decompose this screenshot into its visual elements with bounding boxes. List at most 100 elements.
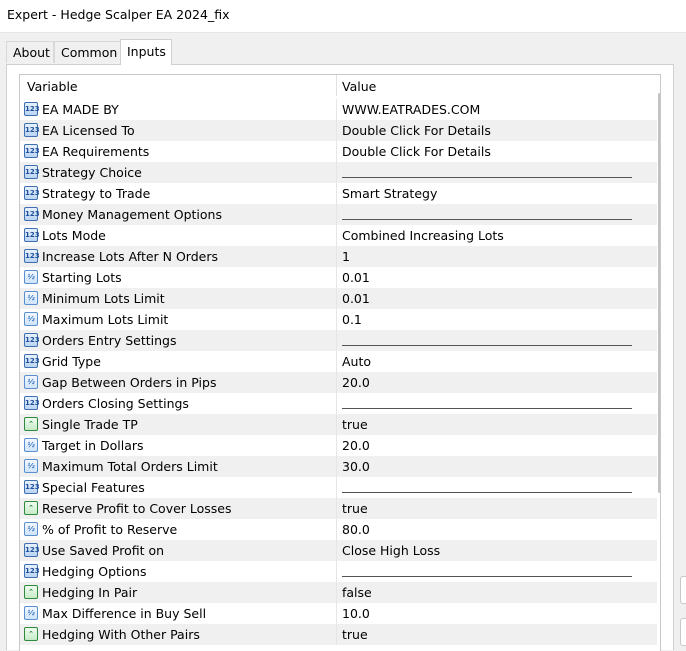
table-row[interactable]: ½ Max Difference in Buy Sell 10.0 <box>20 603 657 624</box>
variable-name: Increase Lots After N Orders <box>42 249 219 264</box>
int-param-icon: 123 <box>24 165 40 179</box>
table-row[interactable]: ⌃ Hedging In Pair false <box>20 582 657 603</box>
table-row[interactable]: 123 Money Management Options <box>20 204 657 225</box>
cell-divider <box>336 540 337 561</box>
cell-divider <box>336 330 337 351</box>
parameter-value[interactable]: 10.0 <box>342 603 370 624</box>
vertical-scrollbar[interactable] <box>657 75 660 651</box>
section-separator-line <box>342 177 632 178</box>
parameter-value[interactable]: Close High Loss <box>342 540 440 561</box>
parameter-value[interactable]: false <box>342 582 372 603</box>
table-row[interactable]: 123 Lots Mode Combined Increasing Lots <box>20 225 657 246</box>
cell-divider <box>336 477 337 498</box>
table-row[interactable]: ½ Starting Lots 0.01 <box>20 267 657 288</box>
parameter-value[interactable]: true <box>342 624 368 645</box>
background-window-edge <box>680 618 686 646</box>
table-row[interactable]: 123 EA Licensed To Double Click For Detail… <box>20 120 657 141</box>
int-param-icon: 123 <box>24 144 40 158</box>
variable-name: Target in Dollars <box>42 438 144 453</box>
variable-name: Strategy Choice <box>42 165 142 180</box>
parameter-value[interactable]: 0.1 <box>342 309 362 330</box>
parameter-value[interactable]: 0.01 <box>342 267 370 288</box>
table-row[interactable]: ½ Minimum Lots Limit 0.01 <box>20 288 657 309</box>
parameter-value[interactable]: Double Click For Details <box>342 141 491 162</box>
variable-name: EA Licensed To <box>42 123 135 138</box>
double-param-icon: ½ <box>24 375 38 389</box>
parameter-value[interactable]: 80.0 <box>342 519 370 540</box>
tab-inputs[interactable]: Inputs <box>120 39 172 65</box>
table-row[interactable]: 123 Grid Type Auto <box>20 351 657 372</box>
parameter-value[interactable]: 20.0 <box>342 435 370 456</box>
double-param-icon: ½ <box>24 459 38 473</box>
cell-divider <box>336 246 337 267</box>
table-row[interactable]: ⌃ Reserve Profit to Cover Losses true <box>20 498 657 519</box>
variable-name: EA Requirements <box>42 144 150 159</box>
parameter-value[interactable]: 30.0 <box>342 456 370 477</box>
table-row[interactable]: 123 EA MADE BY WWW.EATRADES.COM <box>20 99 657 120</box>
table-row[interactable]: 123 Hedging Options <box>20 561 657 582</box>
parameter-value[interactable]: Double Click For Details <box>342 120 491 141</box>
parameter-value[interactable]: WWW.EATRADES.COM <box>342 99 480 120</box>
variable-name: Orders Closing Settings <box>42 396 189 411</box>
cell-divider <box>336 204 337 225</box>
tab-common[interactable]: Common <box>54 41 121 63</box>
parameter-value[interactable]: Combined Increasing Lots <box>342 225 504 246</box>
int-param-icon: 123 <box>24 186 40 200</box>
bool-param-icon: ⌃ <box>24 627 38 641</box>
table-row[interactable]: ⌃ Single Trade TP true <box>20 414 657 435</box>
grid-header: Variable Value <box>20 75 657 96</box>
table-row[interactable]: ½ Gap Between Orders in Pips 20.0 <box>20 372 657 393</box>
value-column-header[interactable]: Value <box>342 75 376 96</box>
variable-column-header[interactable]: Variable <box>27 75 78 96</box>
cell-divider <box>336 141 337 162</box>
parameter-value[interactable]: 1 <box>342 246 350 267</box>
column-divider[interactable] <box>336 75 337 96</box>
table-row[interactable]: 123 Increase Lots After N Orders 1 <box>20 246 657 267</box>
table-row[interactable]: 123 Orders Closing Settings <box>20 393 657 414</box>
table-row[interactable]: ½ Maximum Lots Limit 0.1 <box>20 309 657 330</box>
table-row[interactable]: 123 Special Features <box>20 477 657 498</box>
variable-name: Orders Entry Settings <box>42 333 177 348</box>
table-row[interactable]: 123 Strategy to Trade Smart Strategy <box>20 183 657 204</box>
variable-name: Lots Mode <box>42 228 106 243</box>
parameter-value[interactable]: true <box>342 414 368 435</box>
table-row[interactable]: ½ Maximum Total Orders Limit 30.0 <box>20 456 657 477</box>
table-row[interactable]: 123 Use Saved Profit on Close High Loss <box>20 540 657 561</box>
int-param-icon: 123 <box>24 249 40 263</box>
cell-divider <box>336 99 337 120</box>
int-param-icon: 123 <box>24 354 40 368</box>
cell-divider <box>336 393 337 414</box>
table-row[interactable]: 123 Strategy Choice <box>20 162 657 183</box>
variable-name: Hedging With Other Pairs <box>42 627 200 642</box>
cell-divider <box>336 414 337 435</box>
section-separator-line <box>342 219 632 220</box>
variable-name: % of Profit to Reserve <box>42 522 178 537</box>
scrollbar-thumb[interactable] <box>658 93 660 493</box>
int-param-icon: 123 <box>24 480 40 494</box>
table-row[interactable]: ⌃ Hedging With Other Pairs true <box>20 624 657 645</box>
cell-divider <box>336 288 337 309</box>
parameter-value[interactable]: true <box>342 498 368 519</box>
table-row[interactable]: 123 EA Requirements Double Click For Detai… <box>20 141 657 162</box>
parameter-value[interactable]: 20.0 <box>342 372 370 393</box>
section-separator-line <box>342 408 632 409</box>
tab-about[interactable]: About <box>6 41 54 63</box>
parameter-value[interactable]: Smart Strategy <box>342 183 437 204</box>
variable-name: Strategy to Trade <box>42 186 151 201</box>
variable-name: Minimum Lots Limit <box>42 291 165 306</box>
int-param-icon: 123 <box>24 207 40 221</box>
table-row[interactable]: ½ Target in Dollars 20.0 <box>20 435 657 456</box>
parameter-value[interactable]: Auto <box>342 351 371 372</box>
cell-divider <box>336 456 337 477</box>
table-row[interactable]: 123 Orders Entry Settings <box>20 330 657 351</box>
variable-name: Special Features <box>42 480 145 495</box>
variable-name: Single Trade TP <box>42 417 138 432</box>
parameter-value[interactable]: 0.01 <box>342 288 370 309</box>
table-row[interactable]: ½ % of Profit to Reserve 80.0 <box>20 519 657 540</box>
int-param-icon: 123 <box>24 333 40 347</box>
double-param-icon: ½ <box>24 312 38 326</box>
int-param-icon: 123 <box>24 102 40 116</box>
bool-param-icon: ⌃ <box>24 501 38 515</box>
double-param-icon: ½ <box>24 438 38 452</box>
bool-param-icon: ⌃ <box>24 585 38 599</box>
